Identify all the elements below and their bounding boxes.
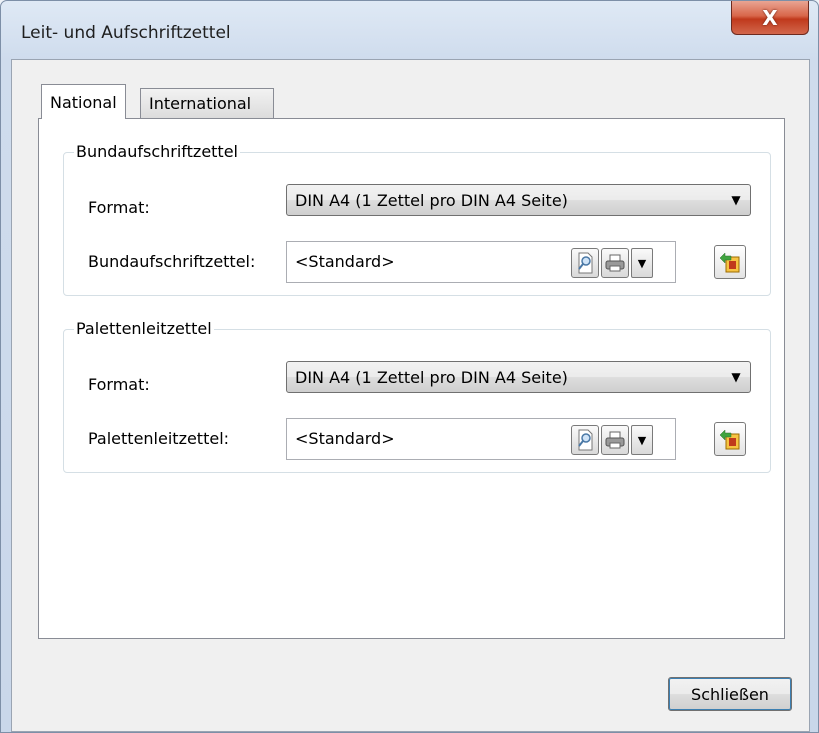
tab-label: National	[50, 92, 117, 112]
group-title: Bundaufschriftzettel	[74, 142, 240, 161]
format-select[interactable]: DIN A4 (1 Zettel pro DIN A4 Seite) ▼	[286, 184, 751, 216]
preview-button[interactable]	[571, 425, 599, 455]
preview-button[interactable]	[571, 248, 599, 278]
tab-international[interactable]: International	[140, 88, 274, 118]
add-label-icon	[719, 429, 740, 450]
field-value: <Standard>	[295, 429, 395, 448]
close-dialog-button[interactable]: Schließen	[668, 677, 792, 711]
add-label-button[interactable]	[714, 422, 746, 456]
add-label-icon	[719, 252, 740, 273]
group-palettenleitzettel: Palettenleitzettel Format: DIN A4 (1 Zet…	[63, 319, 771, 473]
dialog-client-area: National International Bundaufschriftzet…	[11, 59, 810, 732]
dialog-window: Leit- und Aufschriftzettel X National In…	[0, 0, 819, 733]
tab-national[interactable]: National	[41, 84, 126, 119]
format-select[interactable]: DIN A4 (1 Zettel pro DIN A4 Seite) ▼	[286, 361, 751, 393]
printer-icon	[605, 431, 625, 449]
format-label: Format:	[88, 375, 150, 394]
field-value: <Standard>	[295, 252, 395, 271]
window-close-button[interactable]: X	[731, 1, 809, 35]
title-bar: Leit- und Aufschriftzettel X	[1, 1, 818, 59]
group-title: Palettenleitzettel	[74, 319, 214, 338]
print-options-dropdown[interactable]: ▼	[631, 248, 653, 278]
format-value: DIN A4 (1 Zettel pro DIN A4 Seite)	[295, 367, 568, 387]
preview-icon	[578, 252, 593, 274]
palettenleitzettel-field[interactable]: <Standard> ▼	[286, 418, 676, 460]
tab-label: International	[149, 94, 252, 113]
bundaufschriftzettel-field[interactable]: <Standard> ▼	[286, 241, 676, 283]
print-button[interactable]	[601, 425, 629, 455]
printer-icon	[605, 254, 625, 272]
tab-panel-national: Bundaufschriftzettel Format: DIN A4 (1 Z…	[38, 118, 785, 639]
window-title: Leit- und Aufschriftzettel	[21, 23, 231, 43]
print-button[interactable]	[601, 248, 629, 278]
chevron-down-icon: ▼	[637, 433, 647, 447]
preview-icon	[578, 429, 593, 451]
field-label: Bundaufschriftzettel:	[88, 252, 256, 271]
format-label: Format:	[88, 198, 150, 217]
print-options-dropdown[interactable]: ▼	[631, 425, 653, 455]
chevron-down-icon: ▼	[731, 370, 741, 384]
close-icon: X	[762, 5, 778, 30]
format-value: DIN A4 (1 Zettel pro DIN A4 Seite)	[295, 190, 568, 210]
add-label-button[interactable]	[714, 245, 746, 279]
chevron-down-icon: ▼	[637, 256, 647, 270]
group-bundaufschriftzettel: Bundaufschriftzettel Format: DIN A4 (1 Z…	[63, 142, 771, 296]
field-label: Palettenleitzettel:	[88, 429, 230, 448]
chevron-down-icon: ▼	[731, 193, 741, 207]
